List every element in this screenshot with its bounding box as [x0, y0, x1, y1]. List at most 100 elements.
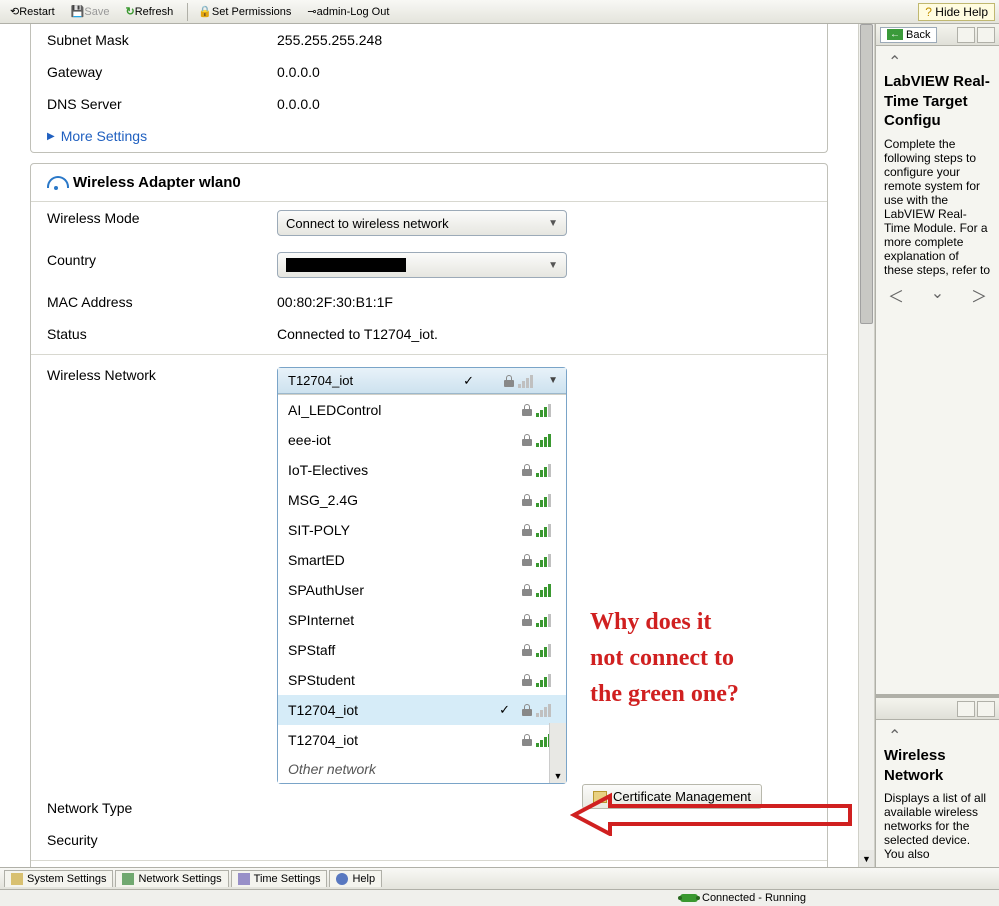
- save-button[interactable]: 💾 Save: [65, 3, 116, 20]
- vertical-scrollbar[interactable]: ▼: [858, 24, 875, 867]
- network-option[interactable]: AI_LEDControl: [278, 395, 566, 425]
- mac-value: 00:80:2F:30:B1:1F: [277, 294, 811, 310]
- signal-bars-icon: [536, 463, 556, 477]
- signal-bars-icon: [536, 703, 556, 717]
- wifi-icon: [47, 176, 65, 190]
- wireless-mode-value: Connect to wireless network: [286, 216, 449, 231]
- check-icon: ✓: [463, 373, 474, 389]
- network-option[interactable]: MSG_2.4G: [278, 485, 566, 515]
- check-icon: ✓: [499, 702, 510, 718]
- panel-divider: [31, 860, 827, 861]
- signal-bars-icon: [518, 374, 538, 388]
- back-arrow-icon: ←: [887, 29, 903, 40]
- status-label: Status: [47, 326, 277, 342]
- nav-down[interactable]: ⌄: [931, 283, 944, 307]
- scroll-thumb[interactable]: [860, 24, 873, 324]
- lock-icon: [522, 554, 532, 566]
- panel-divider: [31, 354, 827, 355]
- help-text-1: Complete the following steps to configur…: [884, 137, 991, 277]
- signal-bars-icon: [536, 523, 556, 537]
- help-section-2: ⌃ Wireless Network Displays a list of al…: [876, 694, 999, 867]
- security-label: Security: [47, 832, 277, 848]
- tab-help[interactable]: Help: [329, 870, 382, 887]
- country-select[interactable]: ▼: [277, 252, 567, 278]
- help-toolbar: ←Back: [876, 24, 999, 46]
- network-option[interactable]: SPAuthUser: [278, 575, 566, 605]
- network-icon: [122, 873, 134, 885]
- network-name: SmartED: [288, 552, 345, 568]
- help-tool-4[interactable]: [977, 701, 995, 717]
- network-dropdown-list: AI_LEDControl eee-iot IoT-Electives MSG_2.4…: [278, 394, 566, 783]
- annotation-line3: the green one?: [590, 681, 739, 707]
- restart-label: Restart: [19, 6, 54, 18]
- chevron-down-icon: ▼: [548, 375, 558, 386]
- hide-help-label: Hide Help: [935, 5, 988, 19]
- user-label: admin: [317, 6, 347, 18]
- nav-left[interactable]: ＜: [888, 283, 904, 307]
- network-option[interactable]: SIT-POLY: [278, 515, 566, 545]
- wireless-mode-label: Wireless Mode: [47, 210, 277, 236]
- network-option[interactable]: T12704_iot✓: [278, 695, 566, 725]
- lock-icon: [522, 704, 532, 716]
- network-name: AI_LEDControl: [288, 402, 381, 418]
- lock-icon: [522, 734, 532, 746]
- network-option[interactable]: SPInternet: [278, 605, 566, 635]
- set-permissions-button[interactable]: 🔒 Set Permissions: [192, 3, 297, 20]
- network-option[interactable]: SmartED: [278, 545, 566, 575]
- lock-icon: [504, 375, 514, 387]
- lock-icon: [522, 674, 532, 686]
- help-prev[interactable]: ⌃: [888, 52, 901, 72]
- tab-network-settings[interactable]: Network Settings: [115, 870, 228, 887]
- network-name: SPAuthUser: [288, 582, 364, 598]
- network-name: MSG_2.4G: [288, 492, 358, 508]
- network-name: T12704_iot: [288, 732, 358, 748]
- lock-icon: [522, 494, 532, 506]
- network-option[interactable]: IoT-Electives: [278, 455, 566, 485]
- network-name: eee-iot: [288, 432, 331, 448]
- wireless-network-select[interactable]: T12704_iot ✓ ▼ AI_LEDControl eee-iot IoT-E…: [277, 367, 567, 784]
- signal-bars-icon: [536, 673, 556, 687]
- ethernet-panel-partial: Subnet Mask 255.255.255.248 Gateway 0.0.…: [30, 24, 828, 153]
- toolbar-separator: [187, 3, 188, 21]
- refresh-button[interactable]: ↻ Refresh: [119, 3, 179, 20]
- restart-button[interactable]: ⟲ Restart: [4, 3, 61, 20]
- network-option[interactable]: SPStaff: [278, 635, 566, 665]
- signal-bars-icon: [536, 613, 556, 627]
- lock-icon: [522, 404, 532, 416]
- more-settings-link[interactable]: ▶ More Settings: [31, 120, 827, 152]
- expand-icon: ▶: [47, 131, 55, 142]
- help-panel: ←Back ⌃ LabVIEW Real-Time Target Configu…: [875, 24, 999, 867]
- lock-icon: [522, 434, 532, 446]
- network-option[interactable]: T12704_iot: [278, 725, 566, 755]
- help-tool-3[interactable]: [957, 701, 975, 717]
- tab-system-settings[interactable]: System Settings: [4, 870, 113, 887]
- signal-bars-icon: [536, 433, 556, 447]
- logout-button[interactable]: ⊸ admin - Log Out: [301, 3, 395, 20]
- status-bar: Connected - Running: [0, 889, 999, 906]
- time-icon: [238, 873, 250, 885]
- help-tool-2[interactable]: [977, 27, 995, 43]
- network-option[interactable]: SPStudent: [278, 665, 566, 695]
- tab-time-settings[interactable]: Time Settings: [231, 870, 328, 887]
- save-label: Save: [84, 6, 109, 18]
- hide-help-button[interactable]: ? Hide Help: [918, 3, 995, 21]
- help-back-button[interactable]: ←Back: [880, 27, 937, 43]
- help2-prev[interactable]: ⌃: [888, 726, 901, 746]
- signal-bars-icon: [536, 493, 556, 507]
- gateway-value: 0.0.0.0: [277, 64, 811, 80]
- dropdown-scroll-down[interactable]: ▼: [549, 723, 566, 783]
- subnet-mask-label: Subnet Mask: [47, 32, 277, 48]
- wlan-panel: Wireless Adapter wlan0 Wireless Mode Con…: [30, 163, 828, 867]
- scroll-down-arrow[interactable]: ▼: [859, 850, 874, 867]
- annotation-text: Why does it not connect to the green one…: [590, 604, 739, 712]
- other-network-option[interactable]: Other network: [278, 755, 566, 783]
- help-icon: [336, 873, 348, 885]
- connection-status: Connected - Running: [680, 892, 806, 904]
- help-tool-1[interactable]: [957, 27, 975, 43]
- wireless-mode-select[interactable]: Connect to wireless network ▼: [277, 210, 567, 236]
- help-text-2: Displays a list of all available wireles…: [884, 791, 991, 861]
- network-option[interactable]: eee-iot: [278, 425, 566, 455]
- nav-right[interactable]: ＞: [971, 283, 987, 307]
- lock-icon: [522, 464, 532, 476]
- wireless-network-selected[interactable]: T12704_iot ✓ ▼: [278, 368, 566, 394]
